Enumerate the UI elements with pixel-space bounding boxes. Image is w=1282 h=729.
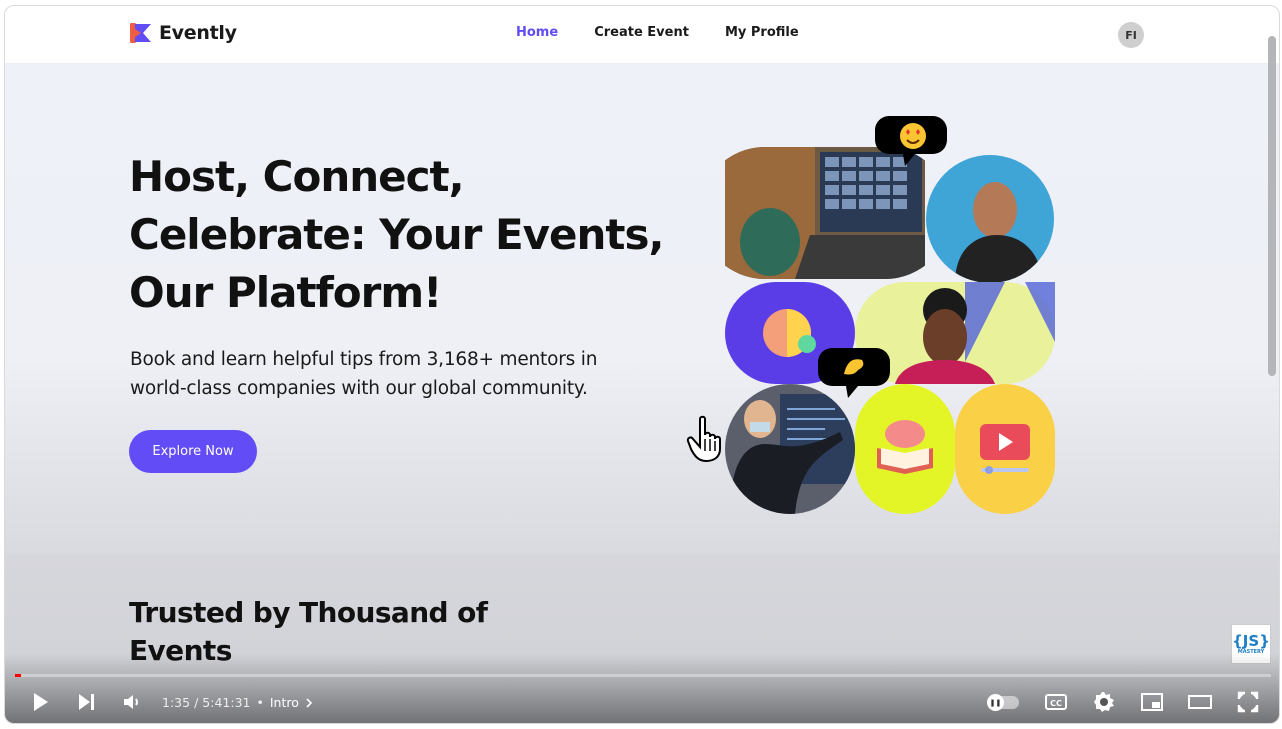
miniplayer-icon: [1141, 693, 1163, 711]
skip-next-icon: [79, 694, 94, 710]
laptop-video-call-image: [725, 147, 925, 279]
user-avatar[interactable]: FI: [1118, 22, 1144, 48]
player-controls: 1:35 / 5:41:31 • Intro ❚❚ CC: [5, 684, 1279, 720]
page-scrollbar[interactable]: [1268, 36, 1276, 376]
theater-icon: [1188, 695, 1212, 709]
captions-icon: CC: [1045, 694, 1067, 710]
svg-text:CC: CC: [1050, 699, 1062, 708]
nav-home[interactable]: Home: [516, 25, 558, 40]
fullscreen-icon: [1237, 691, 1259, 713]
duration: 5:41:31: [202, 695, 251, 710]
hand-cursor-icon: [686, 415, 721, 463]
current-time: 1:35: [162, 695, 191, 710]
chapter-title[interactable]: Intro: [270, 695, 299, 710]
smiling-man-image: [926, 155, 1054, 283]
autoplay-toggle[interactable]: ❚❚: [987, 694, 1019, 711]
nav-my-profile[interactable]: My Profile: [725, 25, 799, 40]
time-display: 1:35 / 5:41:31 • Intro: [162, 695, 315, 710]
book-brain-icon-tile: [855, 384, 955, 514]
pause-icon: ❚❚: [987, 694, 1004, 711]
time-separator: /: [194, 695, 199, 710]
theater-mode-button[interactable]: [1187, 689, 1213, 715]
hero-subtitle: Book and learn helpful tips from 3,168+ …: [130, 349, 598, 399]
brand-name: Evently: [159, 22, 237, 44]
evently-logo-icon: [130, 23, 151, 43]
nav-create-event[interactable]: Create Event: [594, 25, 689, 40]
watermark-logo-text: {JS}: [1232, 631, 1270, 650]
video-frame[interactable]: Evently Home Create Event My Profile FI …: [4, 5, 1280, 724]
captions-button[interactable]: CC: [1043, 689, 1069, 715]
next-button[interactable]: [73, 689, 99, 715]
settings-button[interactable]: [1091, 689, 1117, 715]
main-nav: Home Create Event My Profile: [516, 25, 799, 40]
chevron-right-icon[interactable]: [303, 697, 315, 709]
progress-played: [15, 674, 21, 677]
chapter-separator: •: [256, 695, 264, 710]
volume-button[interactable]: [119, 689, 145, 715]
heart-eyes-emoji-bubble: [875, 116, 947, 166]
brand-logo[interactable]: Evently: [129, 21, 237, 45]
hero-title: Host, Connect, Celebrate: Your Events, O…: [129, 152, 664, 317]
hero-section: Host, Connect, Celebrate: Your Events, O…: [5, 64, 1279, 554]
hero-collage: [725, 114, 1065, 524]
site-header: Evently Home Create Event My Profile FI: [5, 6, 1279, 64]
volume-icon: [124, 695, 138, 709]
fullscreen-button[interactable]: [1235, 689, 1261, 715]
presenter-image: [725, 384, 855, 514]
play-button[interactable]: [27, 689, 53, 715]
explore-now-button[interactable]: Explore Now: [129, 430, 257, 473]
play-icon: [34, 693, 48, 711]
gear-icon: [1094, 692, 1114, 712]
miniplayer-button[interactable]: [1139, 689, 1165, 715]
progress-bar[interactable]: [15, 674, 1271, 677]
video-play-icon-tile: [955, 384, 1055, 514]
